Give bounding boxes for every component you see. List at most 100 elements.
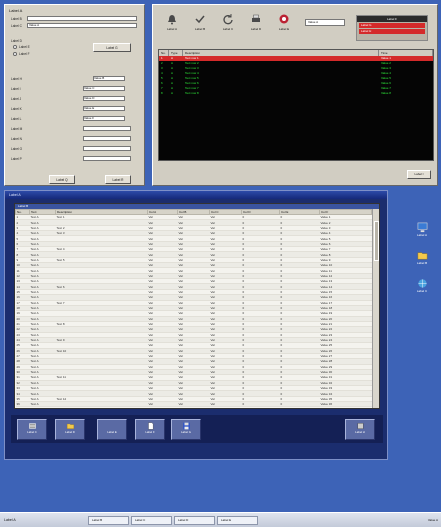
alarm-cell: Value 8 xyxy=(381,91,391,95)
desktop-icon-label: Label A xyxy=(416,233,427,237)
status-header: Label F xyxy=(357,16,427,22)
table-cell: Value 36 xyxy=(319,401,372,408)
toolbar-button-label: Label E xyxy=(278,27,290,31)
action-button[interactable]: Label E xyxy=(97,419,127,440)
system-tray: Value A xyxy=(427,518,438,522)
field2-input[interactable]: Value A xyxy=(27,23,137,28)
toolbar-button[interactable]: Label E xyxy=(271,13,297,41)
action-button[interactable]: Label C xyxy=(17,419,47,440)
table-row[interactable]: 36 Text A Val Val Val 0 0 Value 36 xyxy=(15,401,372,408)
radio-option-1[interactable] xyxy=(13,45,17,49)
print-icon xyxy=(250,13,262,25)
ok-button[interactable]: Label Q xyxy=(49,175,75,184)
browse-button[interactable]: Label G xyxy=(93,43,131,52)
toolbar-button-label: Label C xyxy=(222,27,234,31)
desktop-icon[interactable]: Label A xyxy=(408,222,436,237)
setup-row-input[interactable] xyxy=(83,146,131,151)
setup-row-input[interactable]: Value E xyxy=(83,106,125,111)
action-button[interactable]: Label G xyxy=(171,419,201,440)
window-title: Label A xyxy=(5,191,387,199)
setup-row-label: Label L xyxy=(11,117,22,121)
setup-row-input[interactable]: Value D xyxy=(83,96,125,101)
table-cell: 0 xyxy=(279,401,320,408)
dialog-title: Label A xyxy=(9,8,23,13)
folder-icon xyxy=(66,422,75,430)
status-row-1: Label G xyxy=(359,23,425,28)
table-cell: 36 xyxy=(15,401,30,408)
desktop-icon-label: Label B xyxy=(416,261,428,265)
floppy-icon xyxy=(182,422,191,430)
exit-icon xyxy=(356,422,365,430)
action-button-label: Label C xyxy=(27,430,37,434)
field1-label: Label B xyxy=(11,17,22,21)
toolbar-button-label: Label B xyxy=(194,27,206,31)
table-cell: Val xyxy=(177,401,210,408)
toolbar-button-label: Label A xyxy=(166,27,177,31)
field1-input[interactable] xyxy=(27,16,137,21)
group-label: Label D xyxy=(11,39,22,43)
row-label: Label H xyxy=(11,77,22,81)
setup-dialog: Label A Label B Label C Value A Label D … xyxy=(4,4,145,186)
radio-option-2[interactable] xyxy=(13,52,17,56)
start-button[interactable]: Label A xyxy=(2,516,24,525)
action-button-label: Label G xyxy=(181,430,191,434)
bell-icon xyxy=(166,13,178,25)
main-window: Label A Label B No. Text Description Col AC… xyxy=(4,190,388,460)
setup-row-label: Label K xyxy=(11,107,22,111)
taskbar-task[interactable]: Label B xyxy=(88,516,129,525)
table-cell: 0 xyxy=(241,401,280,408)
action-button[interactable]: Label H xyxy=(345,419,375,440)
toolbar-button[interactable]: Label A xyxy=(159,13,185,41)
status-box: Label F Label G Label H xyxy=(356,15,428,41)
radio2-label: Label F xyxy=(19,52,30,56)
action-button-label: Label H xyxy=(355,430,365,434)
scroll-thumb[interactable] xyxy=(374,221,379,261)
setup-row-input[interactable] xyxy=(83,126,131,131)
close-button[interactable]: Label I xyxy=(407,170,431,179)
monitor-icon xyxy=(417,222,428,233)
taskbar-task[interactable]: Label D xyxy=(174,516,215,525)
blank-icon xyxy=(108,422,117,430)
list-icon xyxy=(28,422,37,430)
taskbar-task[interactable]: Label C xyxy=(131,516,172,525)
toolbar-button[interactable]: Label B xyxy=(187,13,213,41)
action-button-label: Label F xyxy=(145,430,155,434)
alarm-cell: 8 xyxy=(161,91,163,95)
setup-row-label: Label N xyxy=(11,137,22,141)
toolbar-button-label: Label D xyxy=(250,27,262,31)
cancel-button[interactable]: Label R xyxy=(105,175,131,184)
setup-row-label: Label O xyxy=(11,147,23,151)
desktop-icon[interactable]: Label B xyxy=(408,250,436,265)
setup-row-input[interactable]: Value F xyxy=(83,116,125,121)
table-cell: Val xyxy=(147,401,178,408)
desktop-icon[interactable]: Label C xyxy=(408,278,436,293)
alarm-row[interactable]: 8 A Text row 8 Value 8 xyxy=(159,91,433,96)
setup-row-input[interactable] xyxy=(83,136,131,141)
filter-select[interactable]: Value A xyxy=(305,19,345,26)
action-button-label: Label E xyxy=(107,430,117,434)
action-button[interactable]: Label D xyxy=(55,419,85,440)
toolbar-button[interactable]: Label D xyxy=(243,13,269,41)
setup-row-input[interactable]: Value C xyxy=(83,86,125,91)
check-icon xyxy=(194,13,206,25)
setup-row-label: Label I xyxy=(11,87,21,91)
setup-row-input[interactable] xyxy=(83,156,131,161)
row-input[interactable]: Value B xyxy=(93,76,125,81)
radio1-label: Label E xyxy=(19,45,30,49)
alarm-panel: Label A Label B Label C Label D Label E Valu… xyxy=(152,4,438,186)
status-row-2: Label H xyxy=(359,29,425,34)
vertical-scrollbar[interactable] xyxy=(372,209,379,408)
alarm-list[interactable]: No. Type Description Time 1 A Text row 1 Va… xyxy=(158,49,434,161)
toolbar-button[interactable]: Label C xyxy=(215,13,241,41)
field2-label: Label C xyxy=(11,24,22,28)
action-button-label: Label D xyxy=(65,430,75,434)
table-cell xyxy=(55,401,148,408)
refresh-icon xyxy=(222,13,234,25)
action-button[interactable]: Label F xyxy=(135,419,165,440)
alarm-cell: Text row 8 xyxy=(185,91,199,95)
desktop-icon-label: Label C xyxy=(416,289,428,293)
alarm-icon xyxy=(278,13,290,25)
action-bar: Label C Label D Label E Label F Label G Label… xyxy=(11,415,383,443)
taskbar-task[interactable]: Label E xyxy=(217,516,258,525)
network-icon xyxy=(417,278,428,289)
